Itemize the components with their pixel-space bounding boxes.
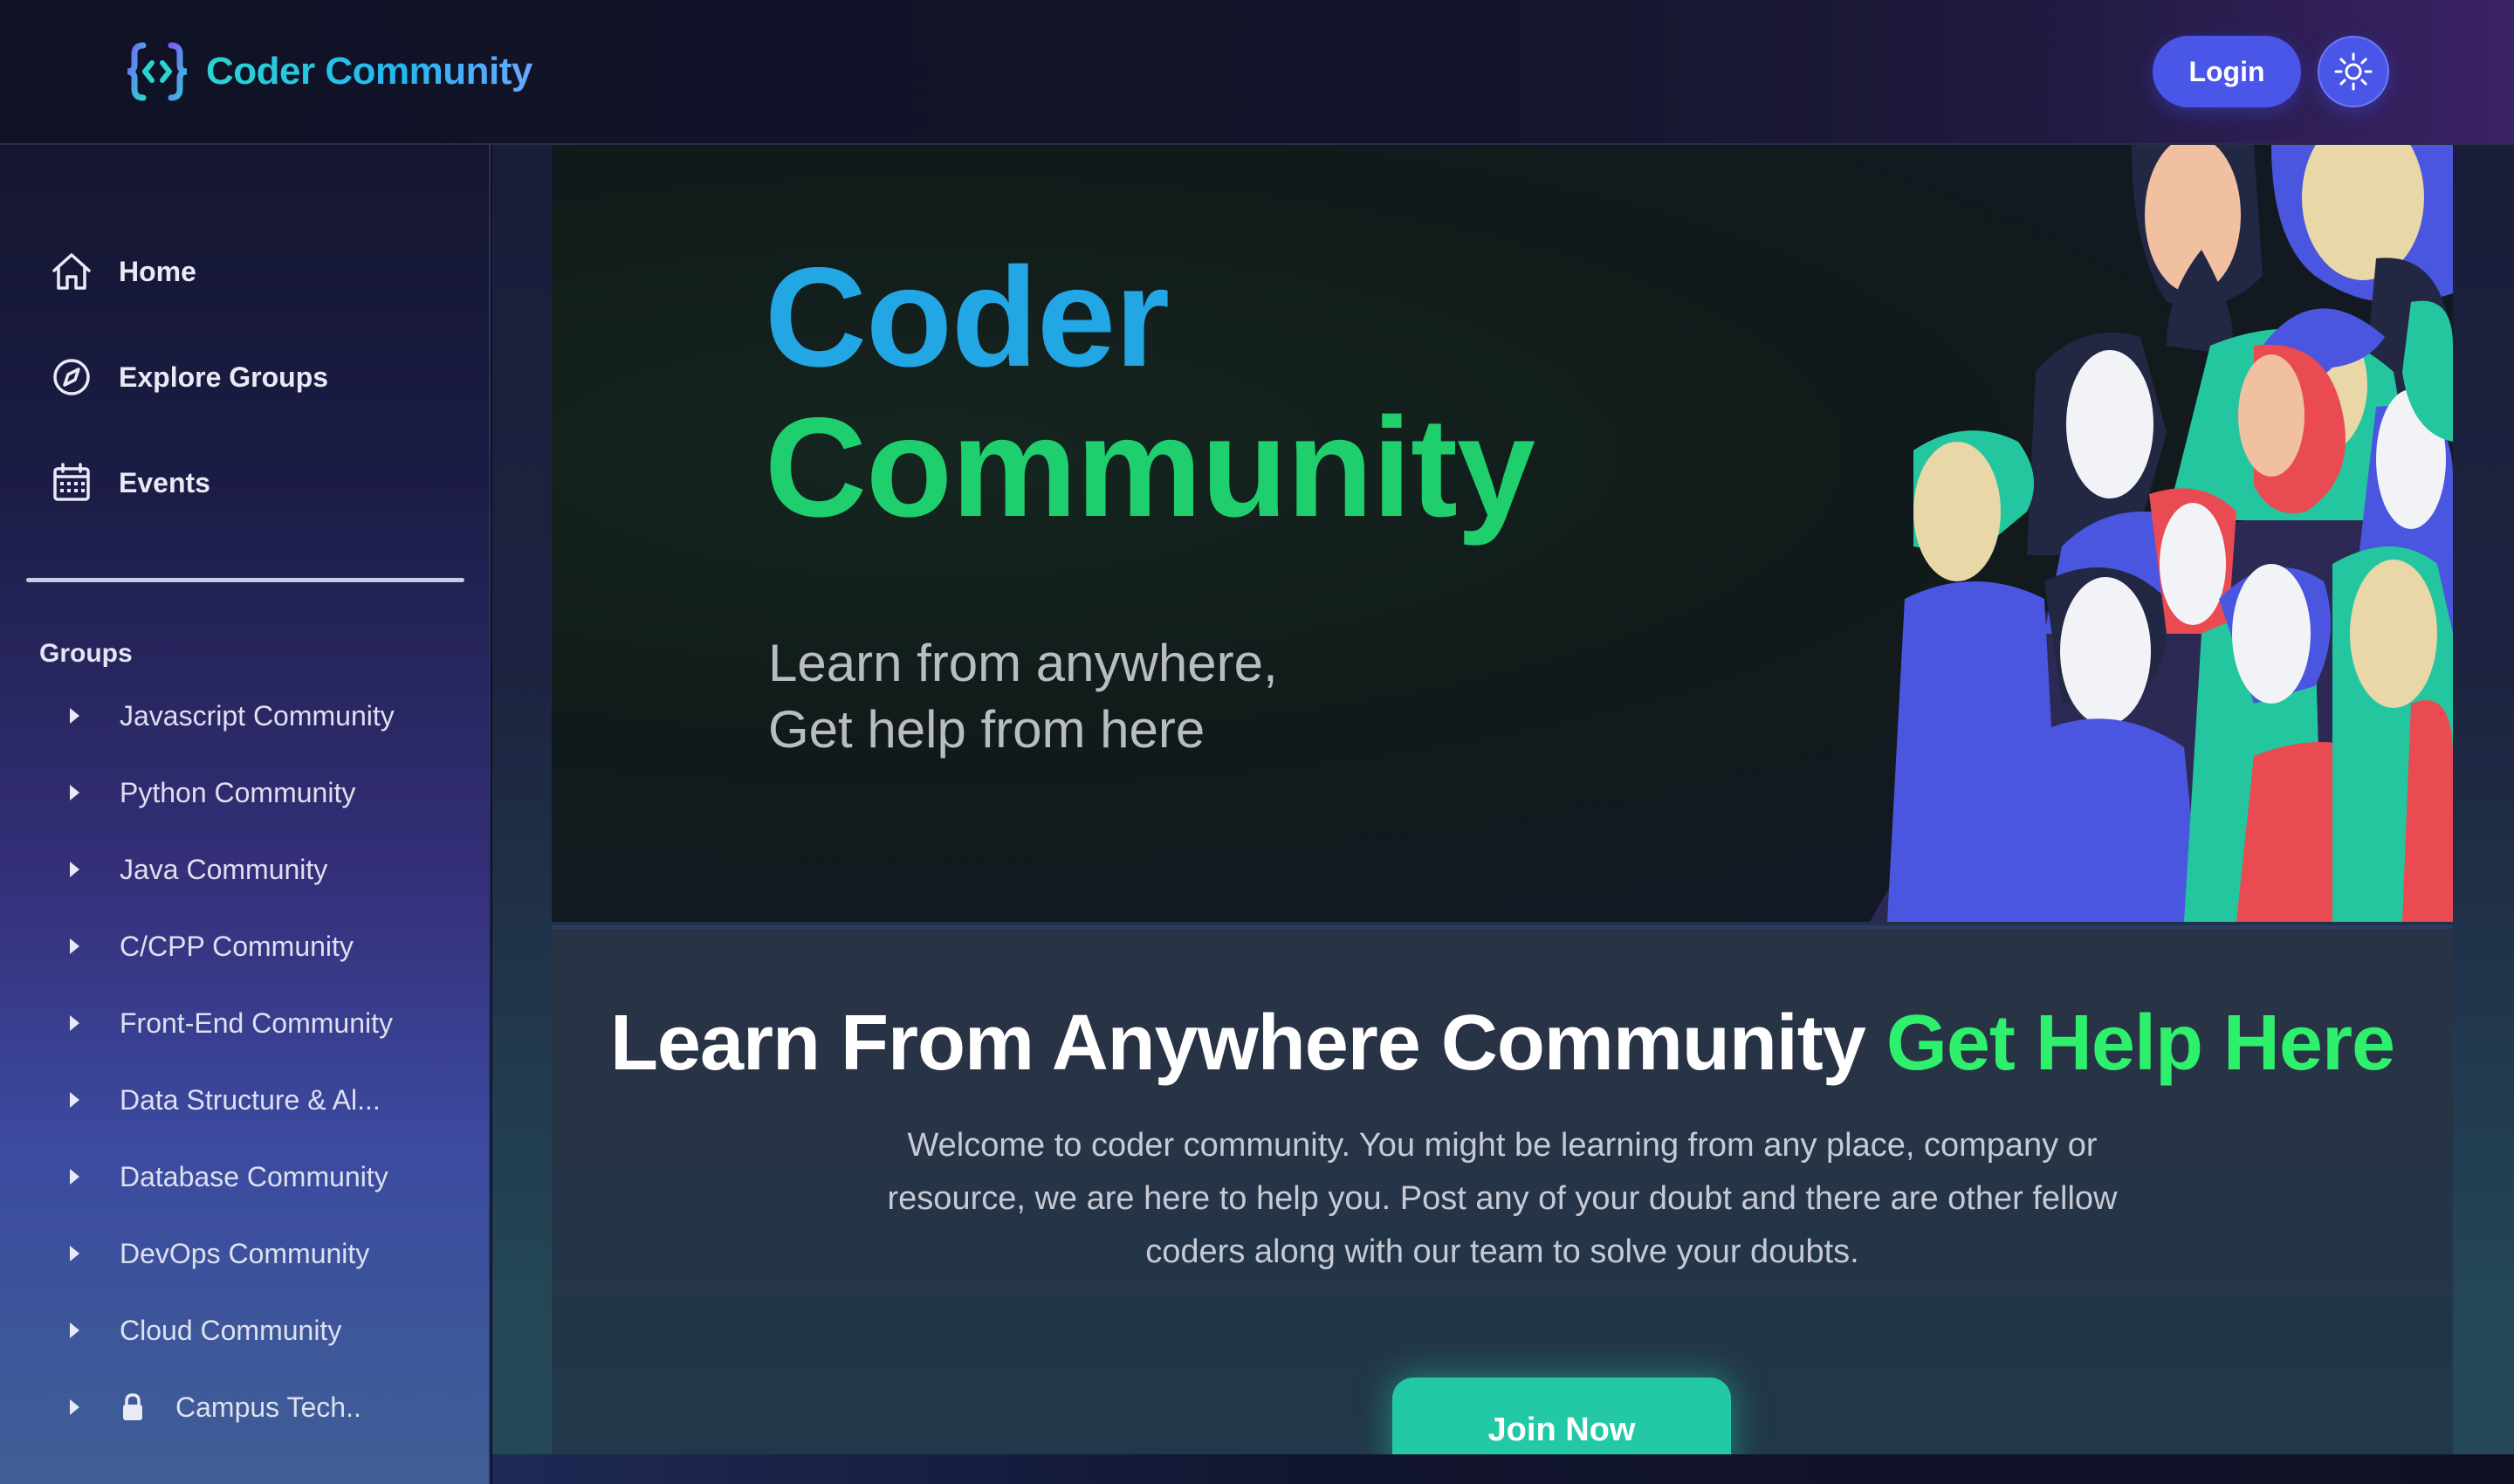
sidebar-divider bbox=[26, 578, 464, 582]
caret-right-icon bbox=[70, 1169, 79, 1185]
sidebar-item-label: Home bbox=[119, 255, 196, 287]
hero-subtitle-line2: Get help from here bbox=[768, 700, 1205, 759]
calendar-icon bbox=[53, 463, 90, 501]
caret-right-icon bbox=[70, 938, 79, 954]
group-item-c-cpp[interactable]: C/CPP Community bbox=[0, 908, 489, 985]
caret-right-icon bbox=[70, 1015, 79, 1031]
group-label: Java Community bbox=[120, 853, 328, 885]
group-label: Python Community bbox=[120, 776, 356, 808]
groups-heading: Groups bbox=[39, 639, 133, 668]
welcome-heading-main: Learn From Anywhere Community bbox=[609, 1000, 1866, 1087]
group-label: Front-End Community bbox=[120, 1007, 393, 1039]
main-content: Coder Community Learn from anywhere, Get… bbox=[492, 145, 2514, 1482]
group-label: Cloud Community bbox=[120, 1314, 342, 1346]
group-label: DevOps Community bbox=[120, 1237, 370, 1269]
welcome-description: Welcome to coder community. You might be… bbox=[887, 1127, 2118, 1270]
caret-right-icon bbox=[70, 862, 79, 877]
community-people-illustration bbox=[1870, 145, 2453, 922]
caret-right-icon bbox=[70, 708, 79, 724]
welcome-section: Learn From Anywhere Community Get Help H… bbox=[552, 925, 2453, 1482]
sidebar-item-events[interactable]: Events bbox=[49, 452, 210, 513]
sidebar-item-label: Explore Groups bbox=[119, 361, 329, 393]
group-item-data-structure[interactable]: Data Structure & Al... bbox=[0, 1061, 489, 1138]
sun-icon bbox=[2334, 52, 2373, 91]
group-item-campus-tech[interactable]: Campus Tech.. bbox=[0, 1369, 489, 1446]
welcome-heading: Learn From Anywhere Community Get Help H… bbox=[552, 999, 2453, 1089]
group-label: Campus Tech.. bbox=[175, 1391, 361, 1423]
caret-right-icon bbox=[70, 1323, 79, 1338]
sidebar: Home Explore Groups Events Groups Javasc… bbox=[0, 145, 491, 1484]
brand[interactable]: Coder Community bbox=[124, 38, 532, 105]
group-label: Data Structure & Al... bbox=[120, 1083, 381, 1116]
top-header: Coder Community Login bbox=[0, 0, 2514, 145]
code-braces-logo-icon bbox=[127, 42, 188, 101]
sidebar-item-explore-groups[interactable]: Explore Groups bbox=[49, 347, 328, 408]
caret-right-icon bbox=[70, 1246, 79, 1261]
hero-subtitle-line1: Learn from anywhere, bbox=[768, 634, 1278, 692]
theme-toggle-button[interactable] bbox=[2318, 36, 2389, 107]
hero-banner: Coder Community Learn from anywhere, Get… bbox=[552, 145, 2453, 922]
group-item-java[interactable]: Java Community bbox=[0, 831, 489, 908]
caret-right-icon bbox=[70, 1092, 79, 1108]
hero-title-line1: Coder bbox=[765, 238, 1170, 396]
login-button[interactable]: Login bbox=[2153, 36, 2301, 107]
sidebar-item-home[interactable]: Home bbox=[49, 241, 196, 302]
group-item-javascript[interactable]: Javascript Community bbox=[0, 677, 489, 754]
hero-subtitle: Learn from anywhere, Get help from here bbox=[768, 630, 1278, 763]
home-icon bbox=[52, 253, 91, 290]
group-item-front-end[interactable]: Front-End Community bbox=[0, 985, 489, 1061]
compass-icon bbox=[53, 359, 90, 395]
caret-right-icon bbox=[70, 785, 79, 800]
group-item-python[interactable]: Python Community bbox=[0, 754, 489, 831]
welcome-heading-accent: Get Help Here bbox=[1886, 1000, 2395, 1087]
group-list: Javascript Community Python Community Ja… bbox=[0, 677, 489, 1446]
group-label: C/CPP Community bbox=[120, 930, 354, 962]
group-label: Javascript Community bbox=[120, 699, 395, 732]
footer-strip bbox=[492, 1454, 2514, 1484]
group-label: Database Community bbox=[120, 1160, 388, 1192]
caret-right-icon bbox=[70, 1399, 79, 1415]
group-item-database[interactable]: Database Community bbox=[0, 1138, 489, 1215]
hero-title-line2: Community bbox=[765, 388, 1535, 546]
lock-icon bbox=[123, 1393, 142, 1420]
group-item-devops[interactable]: DevOps Community bbox=[0, 1215, 489, 1292]
hero-title: Coder Community bbox=[765, 243, 1535, 543]
brand-name: Coder Community bbox=[206, 50, 532, 93]
group-item-cloud[interactable]: Cloud Community bbox=[0, 1292, 489, 1369]
sidebar-item-label: Events bbox=[119, 466, 210, 498]
